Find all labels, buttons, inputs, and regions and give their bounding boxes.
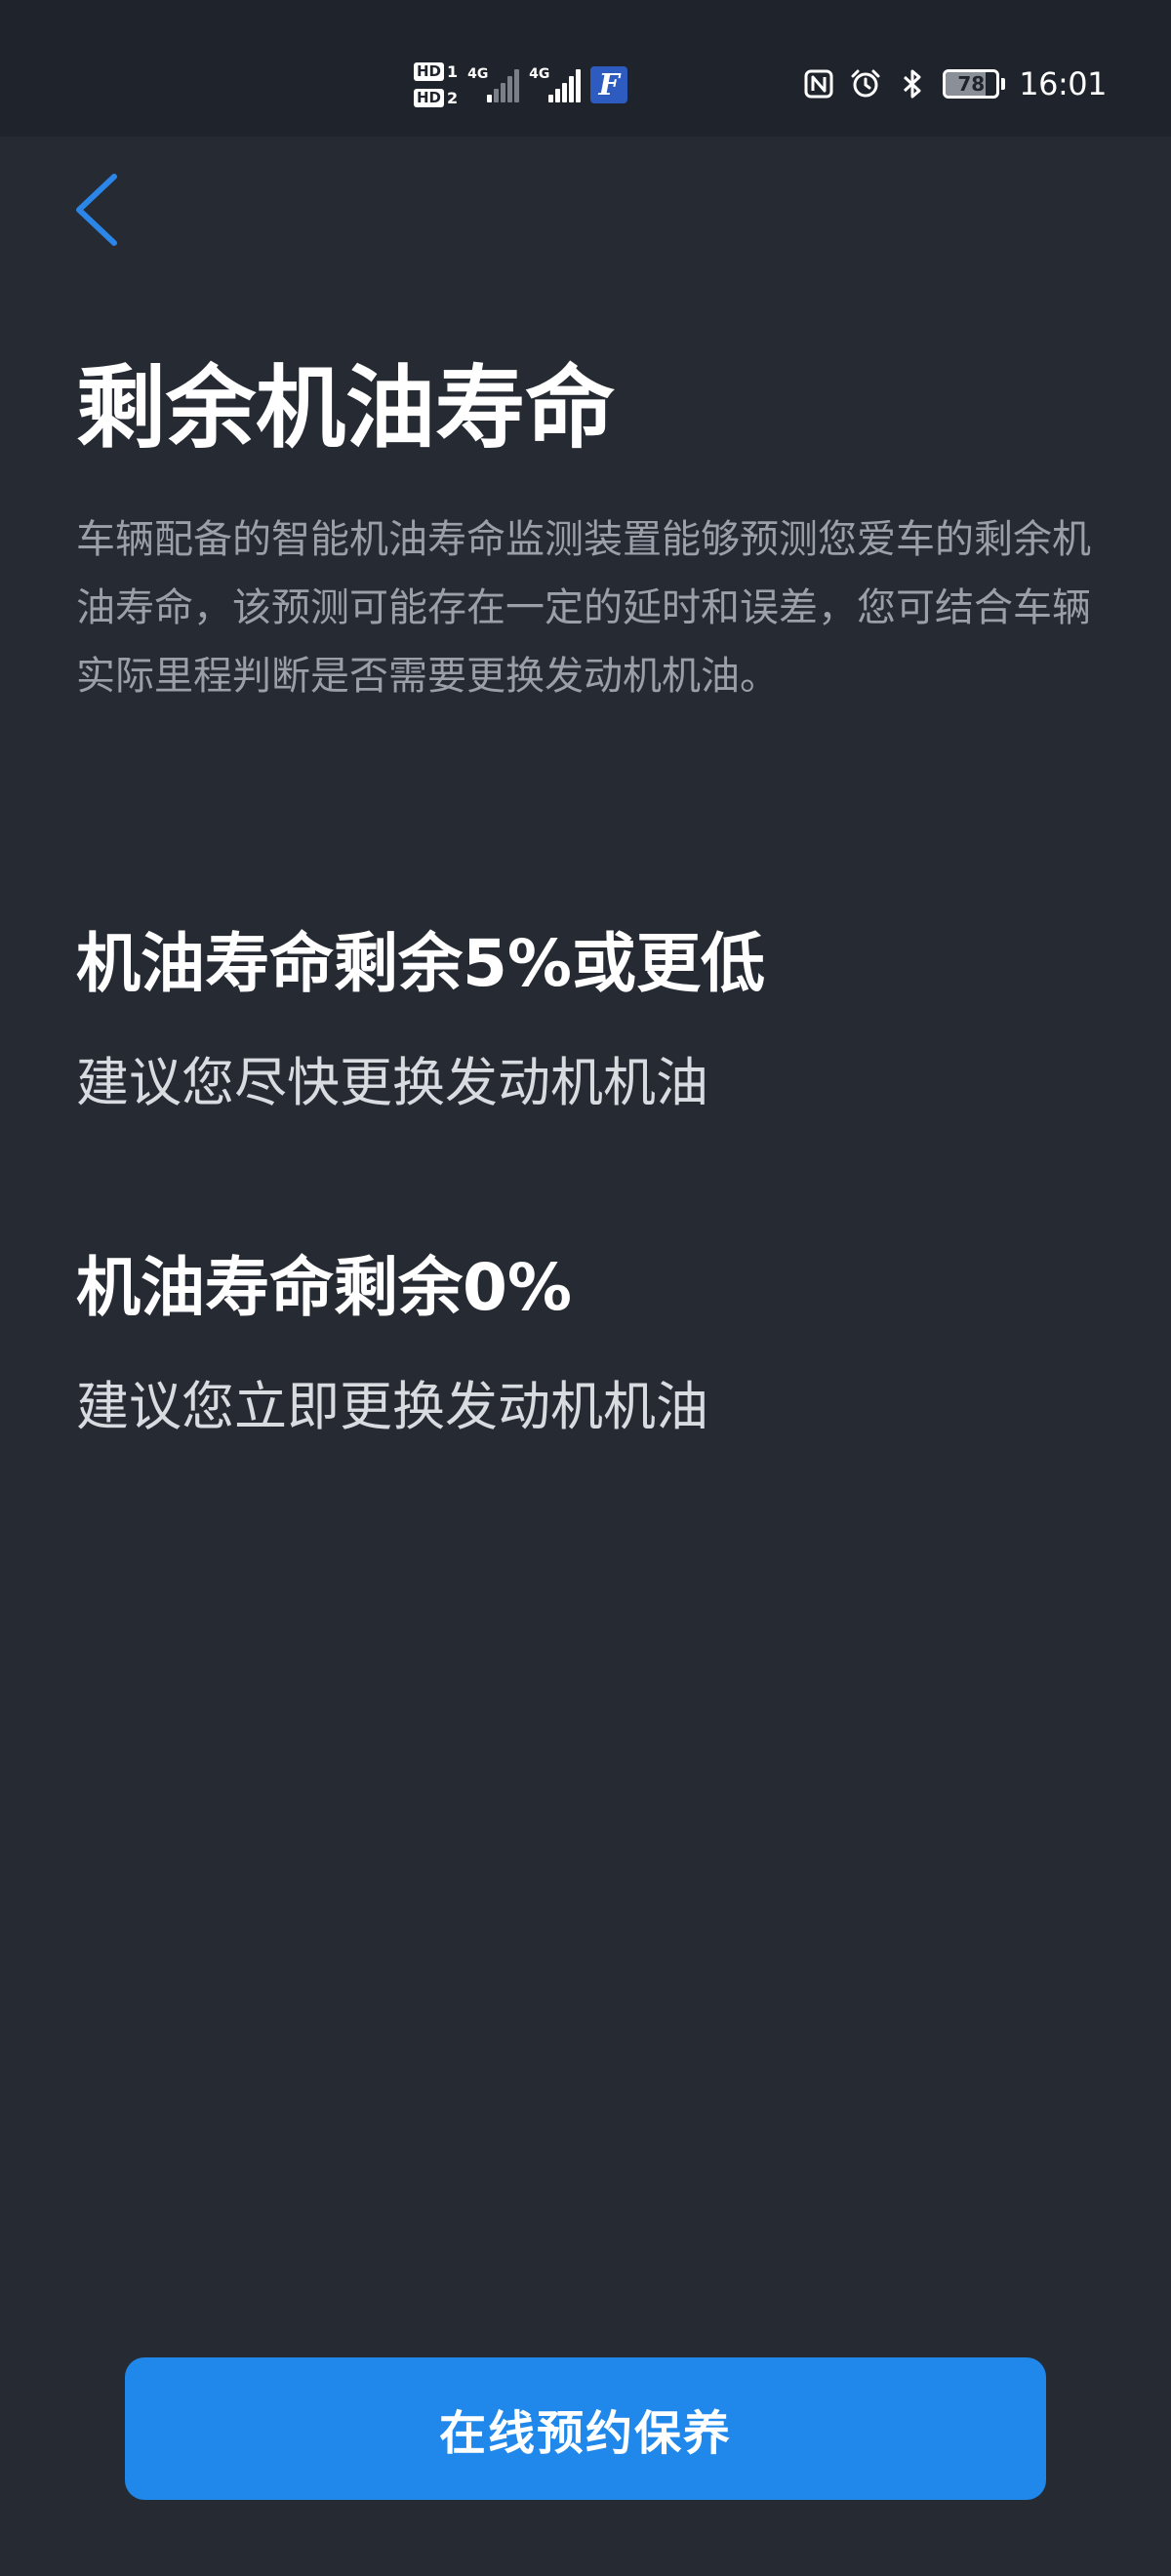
signal1-icon: 4G — [467, 66, 520, 102]
section-zero-oil-advice: 建议您立即更换发动机机油 — [76, 1376, 708, 1437]
battery-icon: 78 — [943, 69, 1006, 99]
nfc-icon — [802, 67, 835, 101]
status-time: 16:01 — [1019, 65, 1107, 102]
sim2-hd-badge: HD — [414, 89, 445, 107]
signal2-label: 4G — [529, 66, 550, 82]
back-button[interactable] — [61, 166, 129, 254]
status-network-group: HD 1 HD 2 4G 4G F — [414, 53, 628, 117]
sim1-hd-badge: HD — [414, 62, 445, 81]
sim2-hd: HD 2 — [414, 89, 458, 107]
alarm-icon — [849, 67, 882, 101]
sim1-hd: HD 1 — [414, 62, 458, 81]
section-low-oil-heading: 机油寿命剩余5%或更低 — [76, 926, 766, 1001]
battery-body: 78 — [943, 69, 1000, 99]
status-bar: HD 1 HD 2 4G 4G F 78 16:01 — [0, 0, 1171, 137]
chevron-left-icon — [76, 174, 117, 246]
sim2-slot: 2 — [447, 88, 459, 107]
battery-level: 78 — [957, 72, 986, 96]
section-low-oil-advice: 建议您尽快更换发动机机油 — [76, 1052, 708, 1113]
section-zero-oil-heading: 机油寿命剩余0% — [76, 1250, 573, 1325]
battery-tip — [1001, 78, 1006, 90]
status-system-group: 78 16:01 — [802, 62, 1107, 105]
book-maintenance-button[interactable]: 在线预约保养 — [125, 2357, 1046, 2500]
signal2-icon: 4G — [529, 66, 582, 102]
app-notification-icon: F — [590, 66, 628, 103]
page-title: 剩余机油寿命 — [76, 356, 616, 461]
sim1-slot: 1 — [447, 61, 459, 81]
signal1-label: 4G — [467, 66, 489, 82]
page-description: 车辆配备的智能机油寿命监测装置能够预测您爱车的剩余机油寿命，该预测可能存在一定的… — [76, 517, 1091, 699]
hd-indicators: HD 1 HD 2 — [414, 62, 458, 107]
bluetooth-icon — [896, 67, 929, 101]
